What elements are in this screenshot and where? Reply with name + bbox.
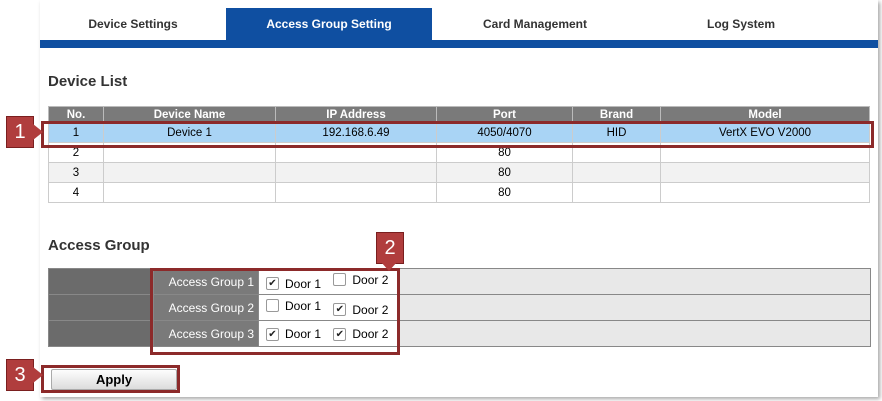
row-filler bbox=[397, 320, 871, 347]
annotation-badge-1: 1 bbox=[6, 116, 34, 148]
annotation-badge-3: 3 bbox=[6, 359, 34, 391]
row-spacer bbox=[48, 268, 154, 295]
cell-model bbox=[660, 182, 870, 203]
cell-ip-address bbox=[275, 162, 437, 183]
row-filler bbox=[397, 268, 871, 295]
annotation-box-1 bbox=[41, 121, 874, 148]
table-row[interactable]: 3 80 bbox=[48, 162, 870, 183]
row-spacer bbox=[48, 320, 154, 347]
tab-log-system[interactable]: Log System bbox=[638, 8, 844, 40]
cell-device-name bbox=[103, 162, 276, 183]
row-filler bbox=[397, 294, 871, 321]
device-list-title: Device List bbox=[48, 73, 128, 90]
cell-port: 80 bbox=[436, 162, 573, 183]
cell-device-name bbox=[103, 182, 276, 203]
annotation-box-2 bbox=[150, 268, 400, 355]
access-group-title: Access Group bbox=[48, 237, 150, 254]
cell-brand bbox=[572, 162, 661, 183]
tab-card-management[interactable]: Card Management bbox=[432, 8, 638, 40]
tab-device-settings[interactable]: Device Settings bbox=[40, 8, 226, 40]
cell-port: 80 bbox=[436, 182, 573, 203]
cell-no: 4 bbox=[48, 182, 104, 203]
row-spacer bbox=[48, 294, 154, 321]
tab-bar: Device Settings Access Group Setting Car… bbox=[40, 8, 878, 40]
annotation-badge-2: 2 bbox=[376, 232, 404, 264]
cell-model bbox=[660, 162, 870, 183]
cell-brand bbox=[572, 182, 661, 203]
annotation-arrow-1 bbox=[33, 124, 43, 140]
cell-no: 3 bbox=[48, 162, 104, 183]
table-row[interactable]: 4 80 bbox=[48, 182, 870, 203]
annotation-box-3 bbox=[41, 365, 180, 393]
cell-ip-address bbox=[275, 182, 437, 203]
tab-access-group-setting[interactable]: Access Group Setting bbox=[226, 8, 432, 40]
annotation-arrow-2 bbox=[381, 262, 397, 271]
annotation-arrow-3 bbox=[33, 367, 43, 383]
tab-underline bbox=[40, 40, 878, 48]
